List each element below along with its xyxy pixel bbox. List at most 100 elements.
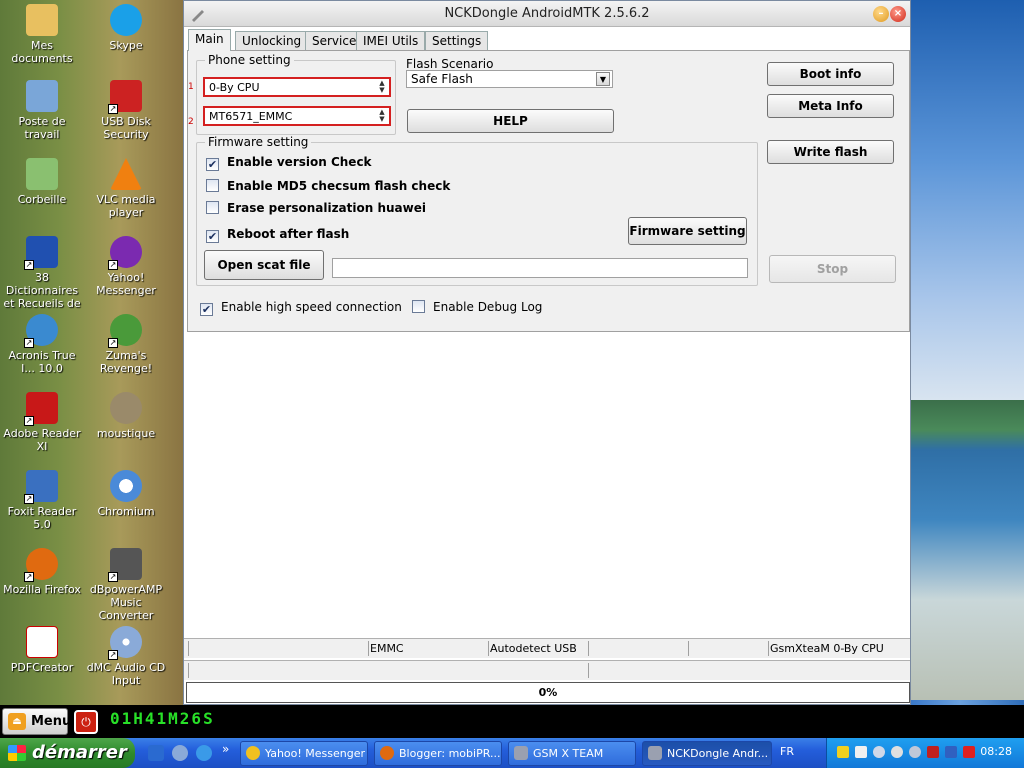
menu-button[interactable]: ⏏ Menu: [2, 708, 71, 735]
desktop-icon-corbeille[interactable]: Corbeille: [0, 158, 84, 206]
volume-icon[interactable]: [909, 746, 921, 758]
task-nckdongle[interactable]: NCKDongle Andr...: [642, 741, 772, 766]
reboot-after-flash-checkbox[interactable]: ✔ Reboot after flash: [206, 227, 349, 243]
flash-scenario-select[interactable]: Safe Flash ▼: [406, 70, 613, 88]
usb-disk-security-icon[interactable]: [963, 746, 975, 758]
minimize-button[interactable]: –: [873, 6, 889, 22]
desktop-icon-dbpoweramp[interactable]: ↗ dBpowerAMP Music Converter: [84, 548, 168, 622]
close-button[interactable]: ×: [890, 6, 906, 22]
task-label: GSM X TEAM: [533, 747, 604, 760]
spinner-arrows-icon[interactable]: ▲ ▼: [377, 109, 387, 123]
firmware-setting-label: Firmware setting: [205, 135, 312, 149]
stop-button[interactable]: Stop: [769, 255, 896, 283]
desktop-icon-label: Mozilla Firefox: [3, 583, 81, 596]
desktop-icon-chromium[interactable]: Chromium: [84, 470, 168, 518]
clock: 08:28: [980, 745, 1012, 758]
marker-2: 2: [188, 117, 194, 127]
desktop-icon-zuma[interactable]: ↗ Zuma's Revenge!: [84, 314, 168, 375]
chevron-down-icon[interactable]: ▼: [596, 72, 610, 86]
brand-select-value: 0-By CPU: [209, 81, 260, 94]
checkbox-label: Enable version Check: [227, 155, 372, 169]
desktop-icon-label: USB Disk Security: [101, 115, 151, 141]
desktop-icon-label: Zuma's Revenge!: [99, 349, 153, 375]
tab-main[interactable]: Main: [188, 29, 231, 51]
status-team: GsmXteaM 0-By CPU: [770, 642, 884, 655]
boot-info-button[interactable]: Boot info: [767, 62, 894, 86]
media-player-icon[interactable]: [172, 745, 188, 761]
speaker-icon: ↗: [108, 548, 142, 582]
debug-log-checkbox[interactable]: Enable Debug Log: [412, 300, 542, 314]
enable-md5-check-checkbox[interactable]: Enable MD5 checsum flash check: [206, 179, 450, 193]
desktop-icon-foxit[interactable]: ↗ Foxit Reader 5.0: [0, 470, 84, 531]
desktop-icon-yahoo-messenger[interactable]: ↗ Yahoo! Messenger: [84, 236, 168, 297]
wallpaper-sky: [910, 0, 1024, 400]
notes-icon[interactable]: [855, 746, 867, 758]
task-yahoo-messenger[interactable]: Yahoo! Messenger: [240, 741, 368, 766]
internet-explorer-icon[interactable]: [196, 745, 212, 761]
power-button[interactable]: ⏻: [74, 710, 98, 734]
firmware-setting-button[interactable]: Firmware setting: [628, 217, 747, 245]
status-separator: [188, 663, 189, 678]
checkbox-label: Enable MD5 checsum flash check: [227, 179, 451, 193]
usb-icon[interactable]: [945, 746, 957, 758]
status-bar-2: [184, 660, 910, 680]
task-label: NCKDongle Andr...: [667, 747, 769, 760]
checkbox-label: Enable Debug Log: [433, 300, 543, 314]
desktop-icon-adobe-reader[interactable]: ↗ Adobe Reader XI: [0, 392, 84, 453]
show-desktop-icon[interactable]: [148, 745, 164, 761]
desktop-icon-firefox[interactable]: ↗ Mozilla Firefox: [0, 548, 84, 596]
task-label: Blogger: mobiPR...: [399, 747, 501, 760]
desktop-icon-acronis[interactable]: ↗ Acronis True I... 10.0: [0, 314, 84, 375]
desktop-icon-vlc[interactable]: VLC media player: [84, 158, 168, 219]
enable-version-check-checkbox[interactable]: ✔ Enable version Check: [206, 155, 372, 171]
desktop-icon-usb-disk-security[interactable]: ↗ USB Disk Security: [84, 80, 168, 141]
flash-scenario-label: Flash Scenario: [406, 57, 494, 71]
desktop-icon-mes-documents[interactable]: Mes documents: [0, 4, 84, 65]
brand-select[interactable]: 0-By CPU ▲ ▼: [203, 77, 391, 97]
checkbox-label: Erase personalization huawei: [227, 201, 426, 215]
checkbox-unchecked-icon: [412, 300, 425, 313]
antivirus-icon[interactable]: [927, 746, 939, 758]
yahoo-smiley-icon: [246, 746, 260, 760]
clock-widget-icon[interactable]: [891, 746, 903, 758]
task-gsm-x-team[interactable]: GSM X TEAM: [508, 741, 636, 766]
mosquito-icon: [110, 392, 142, 424]
network-icon[interactable]: [873, 746, 885, 758]
status-separator: [588, 663, 589, 678]
folder-icon: [26, 4, 58, 36]
help-button[interactable]: HELP: [407, 109, 614, 133]
task-blogger[interactable]: Blogger: mobiPR...: [374, 741, 502, 766]
erase-personalization-checkbox[interactable]: Erase personalization huawei: [206, 201, 426, 215]
log-area[interactable]: [187, 334, 910, 637]
language-indicator[interactable]: FR: [780, 745, 794, 758]
status-storage: EMMC: [370, 642, 404, 655]
open-scat-file-button[interactable]: Open scat file: [204, 250, 324, 280]
scat-path-field[interactable]: [332, 258, 748, 278]
desktop-icon-dictionnaires[interactable]: ↗ 38 Dictionnaires et Recueils de ...: [0, 236, 84, 323]
start-button[interactable]: démarrer: [0, 738, 135, 768]
tab-imei-utils[interactable]: IMEI Utils: [356, 31, 426, 50]
write-flash-button[interactable]: Write flash: [767, 140, 894, 164]
tab-unlocking[interactable]: Unlocking: [235, 31, 309, 50]
desktop-icon-label: Mes documents: [11, 39, 73, 65]
desktop-icon-pdfcreator[interactable]: PDFCreator: [0, 626, 84, 674]
wrench-icon: [514, 746, 528, 760]
cpu-select[interactable]: MT6571_EMMC ▲ ▼: [203, 106, 391, 126]
desktop-icon-dmc-audio[interactable]: ↗ dMC Audio CD Input: [84, 626, 168, 687]
start-label: démarrer: [32, 742, 127, 763]
desktop-icon-label: moustique: [96, 427, 156, 440]
tab-settings[interactable]: Settings: [425, 31, 489, 50]
windows-flag-icon: [8, 745, 26, 761]
high-speed-connection-checkbox[interactable]: ✔ Enable high speed connection: [200, 300, 402, 316]
tab-service[interactable]: Service: [305, 31, 364, 50]
status-separator: [368, 641, 369, 656]
title-bar[interactable]: NCKDongle AndroidMTK 2.5.6.2 – ×: [184, 1, 910, 27]
desktop-icon-moustique[interactable]: moustique: [84, 392, 168, 440]
security-shield-icon[interactable]: [837, 746, 849, 758]
desktop-icon-skype[interactable]: Skype: [84, 4, 168, 52]
spinner-arrows-icon[interactable]: ▲ ▼: [377, 80, 387, 94]
adobe-reader-icon: ↗: [24, 392, 58, 426]
meta-info-button[interactable]: Meta Info: [767, 94, 894, 118]
desktop-icon-poste-de-travail[interactable]: Poste de travail: [0, 80, 84, 141]
quicklaunch-more[interactable]: »: [222, 742, 229, 756]
